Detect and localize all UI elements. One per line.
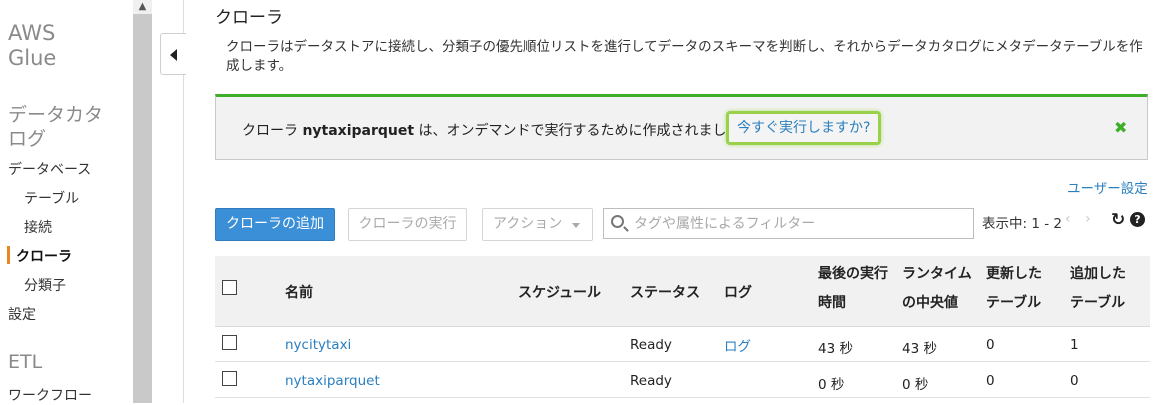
page-title: クローラ	[215, 8, 283, 28]
caret-down-icon	[572, 223, 580, 228]
col-status[interactable]: ステータス	[630, 282, 700, 302]
brand-line-2: Glue	[8, 46, 57, 70]
cell-last-run: 0 秒	[818, 377, 845, 393]
col-median-line-1: ランタイム	[902, 266, 972, 282]
crawler-name-link[interactable]: nytaxiparquet	[285, 373, 380, 389]
cell-tables-updated: 0	[986, 337, 995, 353]
run-now-link[interactable]: 今すぐ実行しますか?	[726, 111, 882, 145]
catalog-title-line-1: データカタ	[8, 104, 104, 126]
banner-message: クローラ nytaxiparquet は、オンデマンドで実行するために作成されま…	[242, 120, 755, 140]
close-icon[interactable]: ✖	[1114, 118, 1127, 137]
etl-section-title: ETL	[8, 351, 43, 373]
refresh-icon[interactable]: ↻	[1111, 210, 1125, 230]
cell-tables-updated: 0	[986, 373, 995, 389]
filter-input[interactable]	[632, 212, 967, 236]
run-crawler-button[interactable]: クローラの実行	[348, 208, 467, 241]
scroll-up-arrow-icon[interactable]: ▲	[133, 0, 152, 14]
col-last-run-line-2: 時間	[818, 295, 846, 311]
catalog-title-line-2: ログ	[8, 128, 47, 150]
col-tables-added[interactable]: 追加した テーブル	[1070, 260, 1126, 318]
user-settings-link[interactable]: ユーザー設定	[1067, 177, 1148, 197]
col-schedule[interactable]: スケジュール	[518, 282, 601, 302]
sidebar-item-crawlers[interactable]: クローラ	[16, 246, 72, 266]
col-median-line-2: の中央値	[902, 295, 958, 311]
brand-title: AWS Glue	[8, 21, 56, 71]
action-dropdown-label: アクション	[493, 216, 563, 232]
row-checkbox[interactable]	[222, 371, 237, 386]
col-last-run[interactable]: 最後の実行 時間	[818, 260, 888, 318]
cell-median-runtime: 0 秒	[902, 377, 929, 393]
paging-status: 表示中: 1 - 2	[982, 216, 1062, 232]
cell-tables-added: 0	[1070, 373, 1079, 389]
banner-suffix: は、オンデマンドで実行するために作成されました。	[414, 123, 755, 139]
col-added-line-1: 追加した	[1070, 266, 1126, 282]
log-link[interactable]: ログ	[724, 335, 751, 355]
active-indicator	[7, 246, 10, 264]
catalog-section-title: データカタ ログ	[8, 103, 103, 151]
crawler-name-link[interactable]: nycitytaxi	[285, 337, 351, 353]
cell-median-runtime: 43 秒	[902, 341, 937, 357]
main-content: クローラ クローラはデータストアに接続し、分類子の優先順位リストを進行してデータ…	[185, 0, 1163, 403]
sidebar-item-connections[interactable]: 接続	[24, 217, 52, 237]
sidebar-item-settings[interactable]: 設定	[8, 304, 36, 324]
col-updated-line-2: テーブル	[986, 295, 1042, 311]
col-log[interactable]: ログ	[724, 282, 752, 302]
sidebar-scrollbar[interactable]: ▲	[133, 0, 152, 403]
col-updated-line-1: 更新した	[986, 266, 1042, 282]
cell-status: Ready	[630, 373, 672, 389]
search-icon	[611, 215, 624, 228]
brand-line-1: AWS	[8, 21, 56, 45]
col-added-line-2: テーブル	[1070, 295, 1126, 311]
banner-prefix: クローラ	[242, 123, 303, 139]
table-row[interactable]: nytaxiparquet Ready 0 秒 0 秒 0 0	[215, 363, 1150, 398]
col-name[interactable]: 名前	[285, 282, 313, 302]
sidebar: AWS Glue データカタ ログ データベース テーブル 接続 クローラ 分類…	[0, 0, 133, 405]
sidebar-item-workflows[interactable]: ワークフロー	[8, 385, 92, 405]
col-last-run-line-1: 最後の実行	[818, 266, 888, 282]
action-dropdown[interactable]: アクション	[482, 208, 593, 241]
table-row[interactable]: nycitytaxi Ready ログ 43 秒 43 秒 0 1	[215, 327, 1150, 362]
banner-crawler-name: nytaxiparquet	[302, 123, 415, 139]
collapse-sidebar-button[interactable]	[160, 33, 186, 75]
cell-tables-added: 1	[1070, 337, 1079, 353]
table-header: 名前 スケジュール ステータス ログ 最後の実行 時間 ランタイム の中央値 更…	[215, 256, 1150, 327]
row-checkbox[interactable]	[222, 335, 237, 350]
cell-status: Ready	[630, 337, 672, 353]
next-page-icon[interactable]: ›	[1085, 211, 1091, 227]
previous-page-icon[interactable]: ‹	[1065, 211, 1071, 227]
filter-box[interactable]	[603, 208, 974, 239]
cell-last-run: 43 秒	[818, 341, 853, 357]
col-tables-updated[interactable]: 更新した テーブル	[986, 260, 1042, 318]
sidebar-item-tables[interactable]: テーブル	[24, 188, 79, 208]
help-icon[interactable]: ?	[1130, 212, 1145, 227]
sidebar-item-classifiers[interactable]: 分類子	[24, 275, 66, 295]
select-all-checkbox[interactable]	[222, 280, 237, 295]
add-crawler-button[interactable]: クローラの追加	[215, 208, 335, 241]
scroll-thumb[interactable]	[133, 14, 152, 403]
success-banner: クローラ nytaxiparquet は、オンデマンドで実行するために作成されま…	[215, 94, 1148, 160]
col-median-runtime[interactable]: ランタイム の中央値	[902, 260, 972, 318]
page-description: クローラはデータストアに接続し、分類子の優先順位リストを進行してデータのスキーマ…	[226, 39, 1143, 74]
sidebar-item-databases[interactable]: データベース	[8, 159, 91, 179]
collapse-arrow-icon	[170, 49, 177, 61]
